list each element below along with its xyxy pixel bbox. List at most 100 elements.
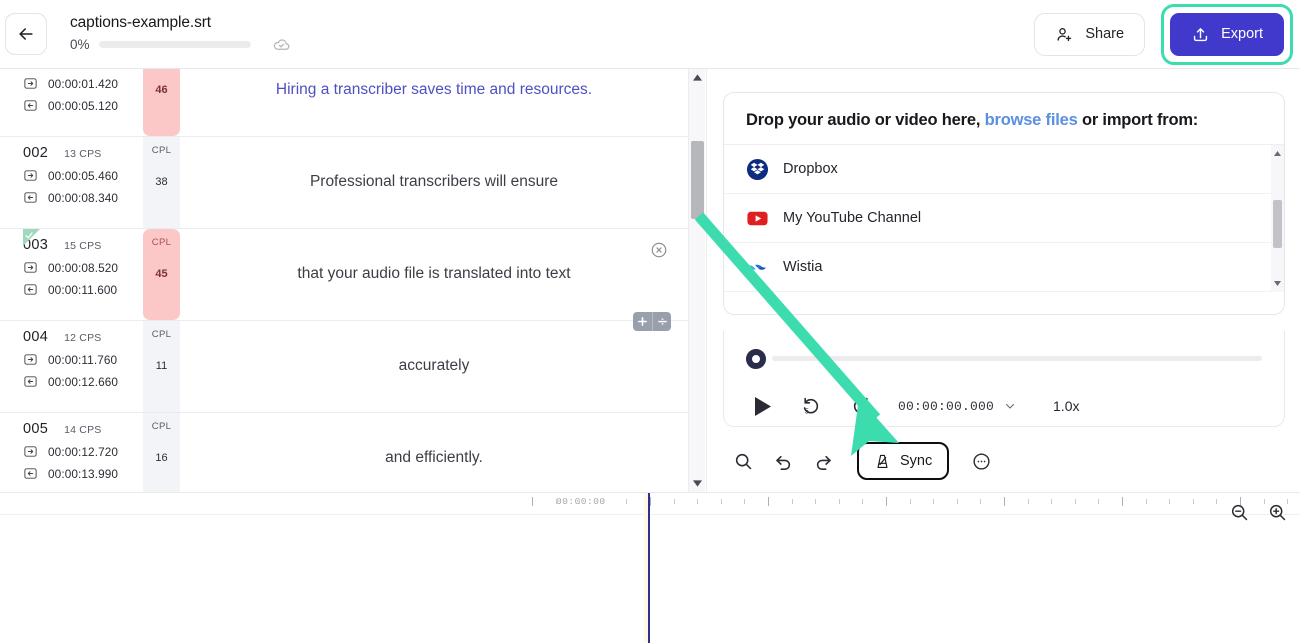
svg-text:5: 5 [861,406,865,415]
rewind-5-icon: 5 [803,397,819,415]
sync-button[interactable]: Sync [857,442,950,480]
scroll-up-button[interactable] [689,69,706,86]
caption-cps: 15 CPS [64,240,102,252]
import-source-label: Wistia [783,259,823,275]
zoom-out-icon [1231,504,1247,520]
end-time-value: 00:00:08.340 [48,190,119,205]
share-button[interactable]: Share [1034,12,1146,56]
sources-scroll-down-button[interactable] [1271,277,1284,290]
caption-end-time[interactable]: 00:00:12.660 [23,374,143,389]
redo-icon [816,455,831,470]
caption-text[interactable]: Hiring a transcriber saves time and reso… [276,79,592,101]
split-icon [657,318,667,325]
timeline-tick [603,499,604,504]
caption-cpl: CPL 45 [143,229,180,320]
share-label: Share [1085,26,1125,42]
dropzone-text-after: or import from: [1077,111,1199,129]
caption-start-time[interactable]: 00:00:05.460 [23,168,143,183]
caption-row[interactable]: 003 15 CPS 00:00:08.520 00:00:11.600 CPL 45 th… [0,229,688,331]
playback-speed[interactable]: 1.0x [1053,398,1079,414]
caption-number: 004 [23,329,49,345]
caption-text[interactable]: Professional transcribers will ensure [310,171,558,193]
chevron-down-icon[interactable] [1003,399,1017,413]
timeline-tick [768,497,769,506]
export-button[interactable]: Export [1170,12,1284,56]
seek-track[interactable] [772,356,1262,361]
caption-text[interactable]: and efficiently. [385,447,483,469]
caption-text-cell[interactable]: that your audio file is translated into … [180,229,688,331]
caption-text-cell[interactable]: Hiring a transcriber saves time and reso… [180,69,688,136]
caption-end-time[interactable]: 00:00:08.340 [23,190,143,205]
seek-handle[interactable] [746,349,766,369]
import-source-item[interactable]: Dropbox [724,145,1284,194]
zoom-out-button[interactable] [1224,497,1254,527]
arrow-into-left-icon [24,284,37,295]
caption-text[interactable]: accurately [399,355,470,377]
caption-editor-app: captions-example.srt 0% Share Export 00:… [0,0,1300,643]
captions-list-pane[interactable]: 00112 CPS00:00:01.42000:00:05.120CPL46Hi… [0,69,705,492]
timeline-tick [721,499,722,504]
caption-end-time[interactable]: 00:00:05.120 [23,98,143,113]
arrow-into-right-icon [24,446,37,457]
caption-row[interactable]: 00112 CPS00:00:01.42000:00:05.120CPL46Hi… [0,69,688,137]
browse-files-link[interactable]: browse files [985,111,1078,129]
arrow-into-left-icon [24,376,37,387]
scroll-down-button[interactable] [689,475,706,492]
timeline-panel[interactable]: 00:00:00 [0,492,1300,643]
caption-cpl: CPL 16 [143,413,180,492]
timeline-tick [957,499,958,504]
forward-5-button[interactable]: 5 [844,391,878,421]
caption-start-time[interactable]: 00:00:01.420 [23,76,143,91]
caption-start-time[interactable]: 00:00:12.720 [23,444,143,459]
timeline-tick [1098,499,1099,504]
redo-button[interactable] [803,441,843,481]
end-time-value: 00:00:05.120 [48,98,119,113]
rewind-5-button[interactable]: 5 [794,391,828,421]
timeline-ruler[interactable]: 00:00:00 [0,493,1300,515]
add-caption-button[interactable] [633,312,652,331]
zoom-in-button[interactable] [1262,497,1292,527]
more-options-button[interactable] [961,441,1001,481]
caption-text-cell[interactable]: accurately [180,321,688,412]
plus-icon [638,317,647,326]
import-sources-scrollbar[interactable] [1271,145,1284,292]
dropzone[interactable]: Drop your audio or video here, browse fi… [723,92,1285,315]
undo-button[interactable] [763,441,803,481]
caption-text-cell[interactable]: Professional transcribers will ensure [180,137,688,228]
timeline-tick [1028,499,1029,504]
import-source-item[interactable]: My YouTube Channel [724,194,1284,243]
captions-scrollbar[interactable] [688,69,705,492]
close-circle-icon[interactable] [650,241,668,259]
play-button[interactable] [746,391,780,421]
caption-end-time[interactable]: 00:00:13.990 [23,466,143,481]
caption-meta-head: 002 13 CPS [23,145,143,161]
sources-scrollbar-thumb[interactable] [1273,200,1282,248]
caption-meta: 005 14 CPS 00:00:12.720 00:00:13.990 [0,413,143,492]
caption-start-time[interactable]: 00:00:08.520 [23,260,143,275]
arrow-into-left-icon [24,100,37,111]
split-caption-button[interactable] [652,312,671,331]
caption-cpl: CPL 11 [143,321,180,412]
caption-row[interactable]: 002 13 CPS 00:00:05.460 00:00:08.340 CPL 38 Pr… [0,137,688,229]
caption-cps: 14 CPS [64,424,102,436]
caption-start-time[interactable]: 00:00:11.760 [23,352,143,367]
caption-row[interactable]: 004 12 CPS 00:00:11.760 00:00:12.660 CPL 11 ac… [0,321,688,413]
sources-scroll-up-button[interactable] [1271,147,1284,160]
scrollbar-thumb[interactable] [691,141,704,219]
current-timecode[interactable]: 00:00:00.000 [898,399,994,414]
import-source-label: My YouTube Channel [783,210,922,226]
caption-text-cell[interactable]: and efficiently. [180,413,688,492]
caption-end-time[interactable]: 00:00:11.600 [23,282,143,297]
caption-row[interactable]: 005 14 CPS 00:00:12.720 00:00:13.990 CPL 16 an… [0,413,688,492]
back-button[interactable] [5,13,47,55]
search-icon [735,453,751,469]
caption-cpl: CPL 38 [143,137,180,228]
caption-cps: 12 CPS [64,332,102,344]
timeline-tick [815,499,816,504]
search-button[interactable] [723,441,763,481]
media-pane: Drop your audio or video here, browse fi… [706,69,1300,492]
timeline-playhead[interactable] [648,493,650,643]
import-source-item[interactable]: Wistia [724,243,1284,292]
app-header: captions-example.srt 0% Share Export [0,0,1300,69]
caption-text[interactable]: that your audio file is translated into … [297,263,570,285]
